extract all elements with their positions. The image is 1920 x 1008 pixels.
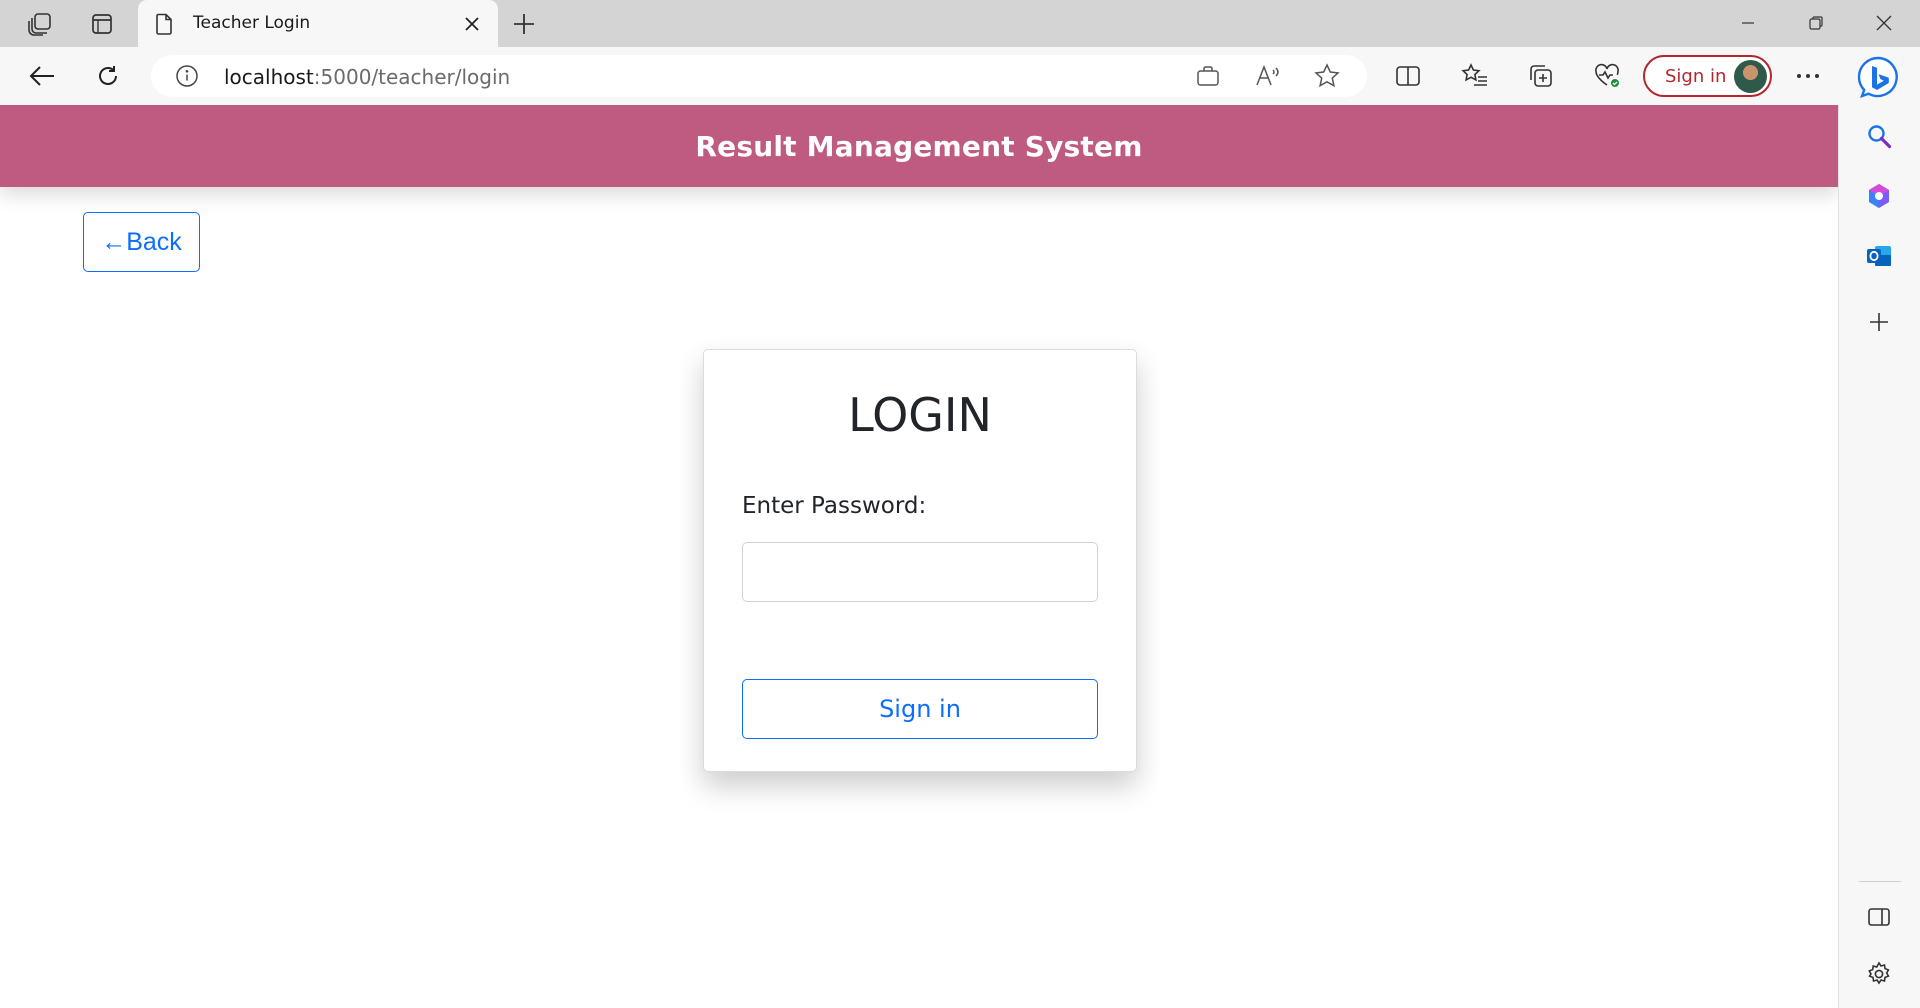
refresh-icon[interactable] [88,58,128,94]
vertical-tabs-icon[interactable] [84,8,120,40]
favorites-icon[interactable] [1455,58,1495,94]
minimize-icon[interactable] [1714,0,1782,46]
login-card: LOGIN Enter Password: Sign in [703,349,1137,772]
browser-essentials-icon[interactable] [1587,58,1627,94]
read-aloud-icon[interactable] [1251,60,1285,92]
split-screen-icon[interactable] [1388,58,1428,94]
app-available-icon[interactable] [1191,60,1225,92]
close-window-icon[interactable] [1850,0,1918,46]
profile-sign-in-button[interactable]: Sign in [1643,55,1772,97]
sidebar-divider [1859,881,1901,882]
settings-gear-icon[interactable] [1856,951,1902,997]
workspaces-icon[interactable] [22,8,58,40]
address-bar[interactable]: localhost:5000/teacher/login [151,55,1367,97]
edge-sidebar [1838,105,1920,1008]
password-label: Enter Password: [742,493,927,519]
close-tab-icon[interactable] [460,12,484,36]
site-info-icon[interactable] [175,64,199,92]
search-icon[interactable] [1856,113,1902,159]
back-arrow-icon[interactable] [22,58,62,94]
active-tab[interactable]: Teacher Login [138,0,498,48]
avatar [1734,60,1767,93]
app-brand[interactable]: Result Management System [695,130,1142,163]
url-host: localhost [224,65,314,89]
password-input[interactable] [742,542,1098,602]
back-button[interactable]: ←Back [83,212,200,272]
url-text[interactable]: localhost:5000/teacher/login [224,65,510,89]
browser-toolbar: localhost:5000/teacher/login Sign in [0,47,1920,105]
copilot-365-icon[interactable] [1856,173,1902,219]
tab-title: Teacher Login [193,13,311,33]
page-viewport: Result Management System ←Back LOGIN Ent… [0,105,1838,1008]
favorite-star-icon[interactable] [1310,60,1344,92]
sign-in-button[interactable]: Sign in [742,679,1098,739]
url-path: :5000/teacher/login [313,65,511,89]
login-heading: LOGIN [848,388,992,442]
restore-icon[interactable] [1782,0,1850,46]
app-navbar: Result Management System [0,105,1838,187]
bing-copilot-icon[interactable] [1854,53,1902,101]
hide-sidebar-icon[interactable] [1856,894,1902,940]
collections-icon[interactable] [1521,58,1561,94]
browser-tab-strip: Teacher Login [0,0,1920,48]
more-options-icon[interactable] [1788,58,1828,94]
add-app-icon[interactable] [1856,299,1902,345]
profile-sign-in-label: Sign in [1665,66,1727,87]
new-tab-icon[interactable] [508,8,540,40]
outlook-icon[interactable] [1856,233,1902,279]
page-icon [154,13,174,39]
